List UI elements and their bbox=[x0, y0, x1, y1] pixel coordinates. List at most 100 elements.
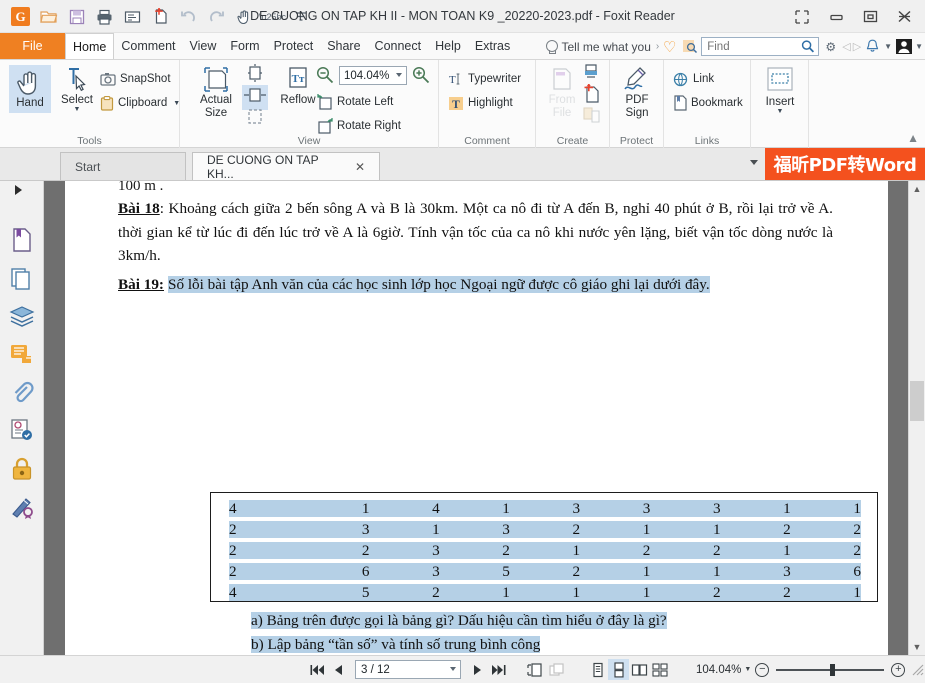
restore-button[interactable] bbox=[853, 4, 887, 30]
actual-size-label-1: Actual bbox=[200, 94, 232, 106]
layers-panel-icon[interactable] bbox=[7, 301, 37, 331]
fit-visible-button[interactable] bbox=[242, 107, 268, 132]
snapshot-button[interactable]: SnapShot bbox=[100, 68, 171, 90]
zoom-out-button[interactable] bbox=[315, 65, 335, 90]
single-page-view-button[interactable] bbox=[587, 659, 608, 680]
page-thumbnails-panel-icon[interactable] bbox=[7, 263, 37, 293]
fullscreen-button[interactable] bbox=[785, 4, 819, 30]
zoom-dropdown-icon[interactable] bbox=[396, 73, 402, 77]
fit-page-status-button[interactable] bbox=[525, 659, 546, 680]
rotate-right-button[interactable]: Rotate Right bbox=[317, 115, 401, 137]
print-icon[interactable] bbox=[92, 4, 117, 29]
menu-extras[interactable]: Extras bbox=[468, 33, 517, 59]
new-document-icon[interactable] bbox=[148, 4, 173, 29]
undo-icon[interactable] bbox=[176, 4, 201, 29]
bell-dropdown-icon[interactable]: ▼ bbox=[884, 42, 892, 51]
hand-tool-button[interactable]: Hand bbox=[9, 65, 51, 113]
vertical-scrollbar[interactable]: ▲ ▼ bbox=[908, 181, 925, 655]
status-zoom-dropdown-icon[interactable]: ▼ bbox=[744, 666, 751, 673]
actual-size-button[interactable]: Actual Size bbox=[192, 65, 240, 119]
menu-protect[interactable]: Protect bbox=[267, 33, 321, 59]
menu-home[interactable]: Home bbox=[65, 33, 115, 59]
search-input[interactable] bbox=[705, 39, 802, 54]
continuous-facing-view-button[interactable] bbox=[650, 659, 671, 680]
search-document-icon[interactable] bbox=[680, 37, 699, 56]
zoom-slider-thumb[interactable] bbox=[830, 663, 836, 676]
promo-banner[interactable]: 福昕PDF转Word bbox=[765, 148, 925, 180]
redo-icon[interactable] bbox=[204, 4, 229, 29]
nav-forward-icon[interactable]: ▷ bbox=[853, 40, 861, 53]
bookmark-button[interactable]: Bookmark bbox=[673, 92, 743, 114]
attachments-panel-icon[interactable] bbox=[7, 377, 37, 407]
menu-help[interactable]: Help bbox=[428, 33, 468, 59]
from-clipboard-button[interactable] bbox=[581, 105, 603, 130]
save-icon[interactable] bbox=[64, 4, 89, 29]
digital-signatures-panel-icon[interactable] bbox=[7, 491, 37, 521]
tab-close-icon[interactable]: ✕ bbox=[355, 160, 365, 174]
hand-tool-icon[interactable] bbox=[232, 4, 257, 29]
pdf-sign-button[interactable]: PDF Sign bbox=[615, 65, 659, 119]
last-page-button[interactable] bbox=[488, 659, 509, 680]
link-button[interactable]: Link bbox=[673, 68, 714, 90]
zoom-level-combobox[interactable]: 104.04% bbox=[339, 66, 407, 85]
insert-button[interactable]: Insert ▼ bbox=[759, 65, 801, 115]
minimize-button[interactable] bbox=[819, 4, 853, 30]
bookmarks-panel-icon[interactable] bbox=[7, 225, 37, 255]
menu-view[interactable]: View bbox=[183, 33, 224, 59]
facing-view-button[interactable] bbox=[629, 659, 650, 680]
tab-list-dropdown-icon[interactable] bbox=[750, 160, 758, 165]
select-dropdown-icon[interactable]: ▼ bbox=[74, 106, 81, 113]
tab-document[interactable]: DE CUONG ON TAP KH... ✕ bbox=[192, 152, 380, 181]
menu-share[interactable]: Share bbox=[320, 33, 367, 59]
next-page-button[interactable] bbox=[467, 659, 488, 680]
continuous-view-button[interactable] bbox=[608, 659, 629, 680]
page-dropdown-icon[interactable] bbox=[450, 667, 456, 671]
favorite-heart-icon[interactable]: ♡ bbox=[661, 38, 678, 56]
previous-page-button[interactable] bbox=[328, 659, 349, 680]
clipboard-button[interactable]: Clipboard ▼ bbox=[100, 92, 180, 114]
fit-width-status-button[interactable] bbox=[546, 659, 567, 680]
insert-dropdown-icon[interactable]: ▼ bbox=[777, 108, 784, 115]
view-mode-controls bbox=[587, 659, 671, 680]
notification-bell-icon[interactable] bbox=[863, 37, 882, 56]
scroll-up-icon[interactable]: ▲ bbox=[909, 181, 925, 197]
zoom-in-button[interactable] bbox=[411, 65, 431, 90]
stamps-panel-icon[interactable] bbox=[7, 415, 37, 445]
app-logo-icon[interactable]: G bbox=[8, 4, 33, 29]
page-number-input[interactable]: 3 / 12 bbox=[355, 660, 461, 679]
settings-gear-icon[interactable]: ⚙ bbox=[821, 37, 840, 56]
document-view[interactable]: 100 m . Bài 18: Khoảng cách giữa 2 bến s… bbox=[44, 181, 908, 655]
user-account-icon[interactable] bbox=[894, 37, 913, 56]
qat-customize-icon[interactable] bbox=[288, 4, 313, 29]
from-file-button[interactable]: From File bbox=[542, 65, 582, 119]
comments-panel-icon[interactable] bbox=[7, 339, 37, 369]
menu-comment[interactable]: Comment bbox=[114, 33, 182, 59]
zoom-out-status-button[interactable]: − bbox=[755, 662, 770, 677]
scroll-thumb[interactable] bbox=[910, 381, 924, 421]
qat-dropdown-icon[interactable]: \u25bc bbox=[259, 4, 286, 29]
zoom-in-status-button[interactable]: + bbox=[891, 662, 906, 677]
menu-connect[interactable]: Connect bbox=[368, 33, 429, 59]
nav-back-icon[interactable]: ◁ bbox=[842, 40, 850, 53]
menu-file[interactable]: File bbox=[0, 33, 65, 59]
email-icon[interactable] bbox=[120, 4, 145, 29]
typewriter-button[interactable]: T Typewriter bbox=[448, 68, 521, 90]
tab-start[interactable]: Start bbox=[60, 152, 186, 180]
find-box[interactable] bbox=[701, 37, 820, 56]
tell-me-search[interactable]: Tell me what you › bbox=[545, 39, 659, 54]
expand-pane-icon[interactable] bbox=[15, 185, 22, 195]
highlight-button[interactable]: T Highlight bbox=[448, 92, 513, 114]
table-cell: 1 bbox=[642, 584, 651, 601]
menu-form[interactable]: Form bbox=[223, 33, 266, 59]
security-panel-icon[interactable] bbox=[7, 453, 37, 483]
table-cell: 1 bbox=[572, 542, 581, 559]
zoom-slider[interactable] bbox=[776, 663, 885, 676]
first-page-button[interactable] bbox=[307, 659, 328, 680]
user-dropdown-icon[interactable]: ▼ bbox=[915, 42, 923, 51]
rotate-left-button[interactable]: Rotate Left bbox=[317, 91, 393, 113]
open-icon[interactable] bbox=[36, 4, 61, 29]
select-tool-button[interactable]: Select ▼ bbox=[55, 65, 99, 113]
scroll-down-icon[interactable]: ▼ bbox=[909, 639, 925, 655]
collapse-ribbon-icon[interactable]: ▲ bbox=[907, 131, 919, 145]
close-button[interactable] bbox=[887, 4, 921, 30]
